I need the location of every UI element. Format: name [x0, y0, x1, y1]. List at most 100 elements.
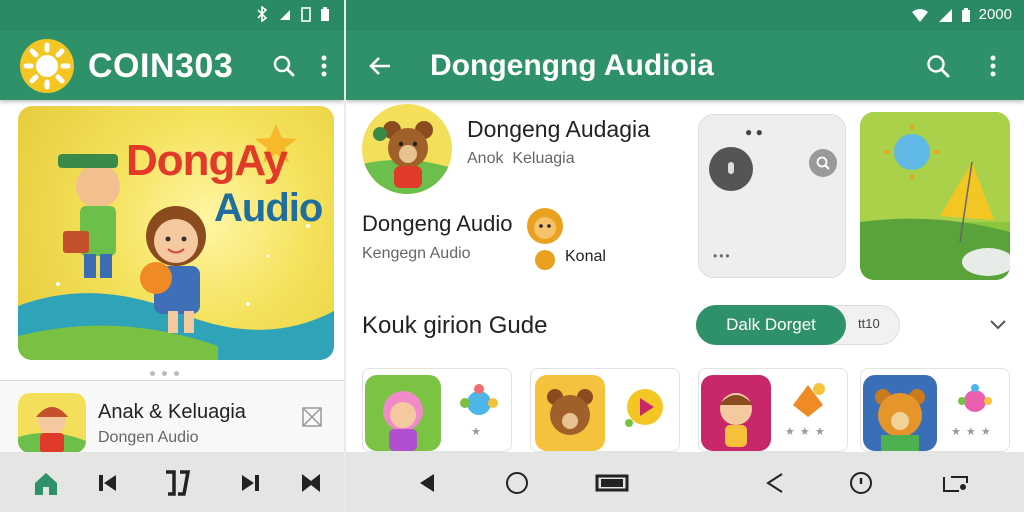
story-tile[interactable]: ★ ★ ★	[860, 368, 1010, 452]
lion-icon	[527, 208, 563, 244]
pause-icon	[166, 470, 191, 496]
play-circle-icon	[625, 389, 663, 427]
nav-cast-button[interactable]	[936, 468, 976, 498]
filter-pill-label[interactable]: tt10	[858, 316, 880, 331]
rating-stars: ★ ★ ★	[785, 426, 826, 438]
badge-label: Konal	[565, 248, 606, 265]
search-icon	[273, 55, 295, 77]
back-button[interactable]	[362, 48, 398, 84]
carousel-indicator	[150, 371, 179, 376]
app-logo	[20, 39, 74, 93]
more-options-button[interactable]	[980, 48, 1006, 84]
search-button[interactable]	[920, 48, 956, 84]
battery-icon	[321, 7, 329, 21]
nav-back-outline-button[interactable]	[760, 468, 790, 498]
info-circle-icon	[850, 472, 872, 494]
rating-stars: ★ ★ ★	[951, 426, 992, 438]
chevron-down-icon	[990, 320, 1006, 330]
video-player-card[interactable]: ● ● •••	[698, 114, 846, 278]
nav-info-button[interactable]	[846, 468, 876, 498]
more-vert-icon	[990, 55, 996, 77]
status-bar: 2000	[346, 0, 1024, 30]
primary-action-button[interactable]: Dalk Dorget	[696, 305, 846, 345]
status-bar	[0, 0, 344, 30]
play-button[interactable]	[709, 147, 753, 191]
sun-logo-icon	[23, 42, 71, 90]
nav-recents-button[interactable]	[592, 468, 632, 498]
featured-thumbnail[interactable]	[362, 104, 452, 194]
home-icon	[35, 473, 57, 495]
lion-badge-image	[524, 206, 566, 246]
back-triangle-icon	[420, 474, 434, 492]
home-button[interactable]	[26, 466, 66, 500]
tile-thumbnail	[701, 375, 771, 451]
secondary-title: Dongeng Audio	[362, 211, 513, 236]
record-icon	[728, 162, 734, 174]
rating-stars: ★	[471, 426, 481, 438]
skip-next-icon	[242, 475, 259, 491]
skip-previous-icon	[99, 475, 116, 491]
pause-button[interactable]	[157, 464, 197, 502]
close-icon	[302, 407, 322, 427]
sun-story-card[interactable]	[860, 112, 1010, 280]
character-illustration	[18, 407, 86, 453]
sun-tent-illustration	[860, 112, 1010, 280]
right-tablet-screen: 2000 Dongengng Audioia Dongeng Audagia A…	[346, 0, 1024, 512]
secondary-subtitle: Kengegn Audio	[362, 245, 471, 262]
dismiss-button[interactable]	[298, 403, 326, 431]
battery-icon	[961, 7, 970, 22]
app-title: COIN303	[88, 47, 234, 85]
previous-button[interactable]	[90, 466, 124, 500]
search-icon	[816, 156, 830, 170]
bookmark-icon	[302, 474, 320, 492]
nav-home-button[interactable]	[502, 468, 532, 498]
now-playing-subtitle: Dongen Audio	[98, 429, 199, 446]
next-button[interactable]	[234, 466, 268, 500]
screen-title: Dongengng Audioia	[430, 49, 714, 82]
signal-icon	[938, 8, 952, 22]
search-icon	[927, 55, 950, 78]
now-playing-thumbnail	[18, 393, 86, 453]
more-vert-icon	[321, 55, 327, 77]
cover-title-line1: DongAy	[126, 136, 288, 185]
bottom-player-controls	[0, 452, 344, 512]
expand-button[interactable]	[984, 312, 1012, 338]
more-options-button[interactable]	[312, 50, 336, 82]
story-tile[interactable]	[530, 368, 680, 452]
story-tile[interactable]: ★ ★ ★	[698, 368, 848, 452]
app-bar: COIN303	[0, 30, 344, 100]
left-phone-screen: COIN303 DongAy Audio Anak & Keluagia Don…	[0, 0, 344, 512]
camera-dots: ● ●	[745, 125, 763, 139]
back-arrow-icon	[369, 57, 390, 75]
section-title: Kouk girion Gude	[362, 312, 548, 339]
home-circle-icon	[506, 472, 528, 494]
system-navigation-bar	[346, 452, 1024, 512]
status-time: 2000	[978, 6, 1012, 23]
tile-thumbnail	[365, 375, 441, 451]
wifi-icon	[911, 8, 928, 22]
balloon-icon	[793, 383, 825, 417]
tile-thumbnail	[863, 375, 937, 451]
bookmark-button[interactable]	[294, 466, 328, 500]
search-button[interactable]	[268, 50, 300, 82]
more-dots-icon: •••	[713, 249, 732, 263]
badge-flame-icon	[532, 246, 558, 272]
zoom-button[interactable]	[809, 149, 837, 177]
featured-cover-image[interactable]: DongAy Audio	[18, 106, 334, 360]
bluetooth-icon	[257, 6, 268, 22]
bear-illustration	[362, 121, 452, 194]
signal-icon	[280, 10, 290, 20]
story-tile[interactable]: ★	[362, 368, 512, 452]
recents-icon	[595, 474, 629, 492]
featured-subtitle: Anok Keluagia	[467, 150, 575, 167]
flower-icon	[460, 384, 498, 415]
nav-back-button[interactable]	[412, 468, 442, 498]
now-playing-card[interactable]: Anak & Keluagia Dongen Audio	[0, 380, 344, 453]
vibrate-icon	[301, 7, 311, 22]
now-playing-title: Anak & Keluagia	[98, 401, 246, 423]
cast-icon	[943, 476, 968, 492]
featured-title: Dongeng Audagia	[467, 116, 650, 142]
cover-title-line2: Audio	[214, 186, 323, 230]
app-bar: Dongengng Audioia	[346, 30, 1024, 100]
flower-icon	[958, 384, 992, 412]
